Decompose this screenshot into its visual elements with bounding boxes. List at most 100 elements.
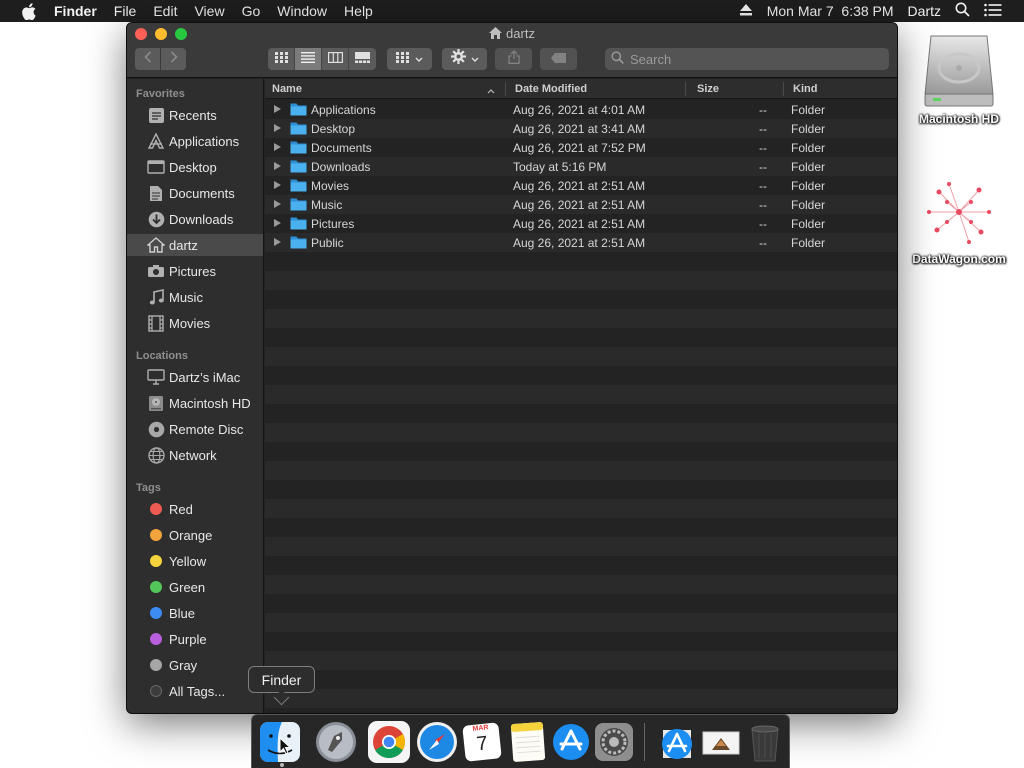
forward-button[interactable] (161, 48, 186, 70)
sidebar-item-desktop[interactable]: Desktop (127, 156, 263, 178)
table-row[interactable]: Music Aug 26, 2021 at 2:51 AM -- Folder (265, 195, 897, 214)
chevron-down-icon (415, 50, 423, 68)
dock-app-calendar[interactable]: MAR 7 (460, 720, 504, 764)
sidebar-item-pictures[interactable]: Pictures (127, 260, 263, 282)
disclosure-triangle-icon[interactable] (274, 200, 281, 208)
column-header-size[interactable]: Size (697, 83, 719, 95)
empty-row (265, 309, 897, 328)
cell-name: Downloads (311, 160, 371, 174)
sidebar-tag-yellow[interactable]: Yellow (127, 550, 263, 572)
tag-color-dot (150, 555, 162, 567)
sidebar-heading-locations: Locations (136, 350, 188, 362)
disclosure-triangle-icon[interactable] (274, 162, 281, 170)
menu-help[interactable]: Help (344, 0, 373, 22)
action-button[interactable] (442, 48, 487, 70)
table-row[interactable]: Desktop Aug 26, 2021 at 3:41 AM -- Folder (265, 119, 897, 138)
menu-file[interactable]: File (114, 0, 137, 22)
menu-app-name[interactable]: Finder (54, 0, 97, 22)
disclosure-triangle-icon[interactable] (274, 238, 281, 246)
dock-app-launchpad[interactable] (314, 720, 358, 764)
table-row[interactable]: Public Aug 26, 2021 at 2:51 AM -- Folder (265, 233, 897, 252)
cell-size: -- (759, 236, 767, 250)
dock-app-safari[interactable] (415, 720, 459, 764)
menu-view[interactable]: View (194, 0, 224, 22)
disclosure-triangle-icon[interactable] (274, 219, 281, 227)
sidebar-tag-blue[interactable]: Blue (127, 602, 263, 624)
disclosure-triangle-icon[interactable] (274, 181, 281, 189)
sidebar-item-documents[interactable]: Documents (127, 182, 263, 204)
menu-clock[interactable]: Mon Mar 7 6:38 PM (767, 3, 894, 19)
sidebar-tag-purple[interactable]: Purple (127, 628, 263, 650)
disclosure-triangle-icon[interactable] (274, 143, 281, 151)
sidebar-tag-green[interactable]: Green (127, 576, 263, 598)
disclosure-triangle-icon[interactable] (274, 105, 281, 113)
menu-go[interactable]: Go (242, 0, 261, 22)
sidebar-item-recents[interactable]: Recents (127, 104, 263, 126)
tag-icon (550, 50, 567, 68)
back-button[interactable] (135, 48, 160, 70)
empty-row (265, 651, 897, 670)
cell-date: Aug 26, 2021 at 7:52 PM (513, 141, 646, 155)
desktop-icon-macintosh-hd[interactable]: Macintosh HD (904, 32, 1014, 126)
column-view-button[interactable] (322, 48, 349, 70)
search-input[interactable]: Search (605, 48, 889, 70)
dock-app-image-preview[interactable] (699, 720, 743, 764)
column-header-date[interactable]: Date Modified (515, 83, 587, 95)
table-row[interactable]: Applications Aug 26, 2021 at 4:01 AM -- Fol… (265, 100, 897, 119)
sidebar-tag-orange[interactable]: Orange (127, 524, 263, 546)
cell-kind: Folder (791, 160, 826, 174)
empty-row (265, 575, 897, 594)
dock-app-app-store[interactable] (549, 720, 593, 764)
menu-user[interactable]: Dartz (908, 3, 941, 19)
menu-window[interactable]: Window (277, 0, 327, 22)
cell-date: Aug 26, 2021 at 2:51 AM (513, 217, 646, 231)
table-row[interactable]: Pictures Aug 26, 2021 at 2:51 AM -- Folder (265, 214, 897, 233)
sidebar-item-applications[interactable]: Applications (127, 130, 263, 152)
dock-app-app-store-download[interactable] (655, 720, 699, 764)
menu-edit[interactable]: Edit (153, 0, 177, 22)
cell-size: -- (759, 198, 767, 212)
tag-dot-wrap (144, 633, 168, 645)
column-divider[interactable] (685, 82, 686, 96)
sidebar-item-remote-disc[interactable]: Remote Disc (127, 418, 263, 440)
sidebar-tag-gray[interactable]: Gray (127, 654, 263, 676)
share-button[interactable] (495, 48, 532, 70)
table-row[interactable]: Downloads Today at 5:16 PM -- Folder (265, 157, 897, 176)
column-divider[interactable] (783, 82, 784, 96)
desktop-icon-datawagon[interactable]: DataWagon.com (904, 172, 1014, 266)
window-titlebar[interactable]: dartz Search (127, 23, 897, 78)
home-icon (489, 27, 503, 42)
sidebar-item-macintosh-hd[interactable]: Macintosh HD (127, 392, 263, 414)
sidebar-tag-all-tags[interactable]: All Tags... (127, 680, 263, 702)
table-row[interactable]: Movies Aug 26, 2021 at 2:51 AM -- Folder (265, 176, 897, 195)
icon-view-button[interactable] (268, 48, 295, 70)
dock-app-trash[interactable] (743, 720, 787, 764)
sidebar-item-imac[interactable]: Dartz’s iMac (127, 366, 263, 388)
notification-center-icon[interactable] (984, 3, 1002, 20)
dock-app-system-preferences[interactable] (592, 720, 636, 764)
sidebar-item-movies[interactable]: Movies (127, 312, 263, 334)
spotlight-search-icon[interactable] (955, 2, 970, 20)
cell-kind: Folder (791, 141, 826, 155)
table-row[interactable]: Documents Aug 26, 2021 at 7:52 PM -- Folder (265, 138, 897, 157)
apple-icon[interactable] (20, 2, 38, 20)
disclosure-triangle-icon[interactable] (274, 124, 281, 132)
list-view-button[interactable] (295, 48, 322, 70)
sidebar-item-label: Purple (169, 631, 207, 647)
gallery-view-button[interactable] (349, 48, 376, 70)
column-header-name[interactable]: Name (272, 83, 302, 95)
dock-app-notes[interactable] (506, 720, 550, 764)
group-by-button[interactable] (387, 48, 432, 70)
eject-icon[interactable] (739, 3, 753, 19)
dock-app-chrome[interactable] (367, 720, 411, 764)
sidebar-item-dartz[interactable]: dartz (127, 234, 263, 256)
edit-tags-button[interactable] (540, 48, 577, 70)
column-header-kind[interactable]: Kind (793, 83, 817, 95)
sidebar-tag-red[interactable]: Red (127, 498, 263, 520)
sidebar-item-music[interactable]: Music (127, 286, 263, 308)
column-divider[interactable] (505, 82, 506, 96)
network-graph-icon (919, 172, 999, 252)
sidebar-item-network[interactable]: Network (127, 444, 263, 466)
cell-size: -- (759, 179, 767, 193)
sidebar-item-downloads[interactable]: Downloads (127, 208, 263, 230)
